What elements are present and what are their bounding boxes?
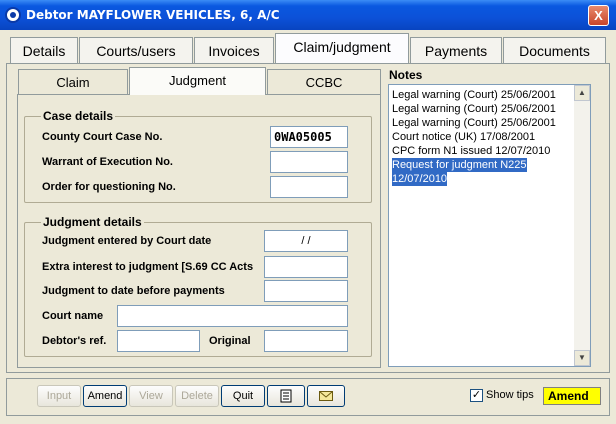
scroll-up-icon[interactable]: ▲ [574, 85, 590, 101]
tab-details[interactable]: Details [10, 37, 78, 63]
mode-indicator: Amend [543, 387, 601, 405]
email-button[interactable] [307, 385, 345, 407]
tab-courts-users[interactable]: Courts/users [79, 37, 193, 63]
note-line: Legal warning (Court) 25/06/2001 [392, 117, 556, 129]
amend-button[interactable]: Amend [83, 385, 127, 407]
document-button[interactable] [267, 385, 305, 407]
judgment-entered-date-field[interactable]: / / [264, 230, 348, 252]
warrant-field[interactable] [270, 151, 348, 173]
court-name-label: Court name [42, 310, 104, 322]
county-court-case-field[interactable]: 0WA05005 [270, 126, 348, 148]
judgment-entered-date-label: Judgment entered by Court date [42, 235, 212, 247]
original-field[interactable] [264, 330, 348, 352]
tab-payments[interactable]: Payments [410, 37, 502, 63]
warrant-label: Warrant of Execution No. [42, 156, 173, 168]
judgment-details-legend: Judgment details [41, 215, 144, 229]
debtors-ref-field[interactable] [117, 330, 200, 352]
notes-list: Legal warning (Court) 25/06/2001 Legal w… [392, 88, 572, 186]
show-tips-label: Show tips [486, 389, 534, 401]
subtab-ccbc[interactable]: CCBC [267, 69, 381, 95]
tab-claim-judgment[interactable]: Claim/judgment [275, 33, 409, 63]
original-label: Original [209, 335, 251, 347]
scroll-down-icon[interactable]: ▼ [574, 350, 590, 366]
notes-textarea[interactable]: Legal warning (Court) 25/06/2001 Legal w… [388, 84, 591, 367]
note-line-selected: 12/07/2010 [392, 172, 448, 186]
close-button[interactable]: X [588, 5, 609, 26]
judgment-to-date-field[interactable] [264, 280, 348, 302]
subtab-claim[interactable]: Claim [18, 69, 128, 95]
order-label: Order for questioning No. [42, 181, 176, 193]
view-button[interactable]: View [129, 385, 173, 407]
court-name-field[interactable] [117, 305, 348, 327]
delete-button[interactable]: Delete [175, 385, 219, 407]
app-icon [5, 7, 21, 23]
window-title: Debtor MAYFLOWER VEHICLES, 6, A/C [26, 8, 280, 22]
title-bar: Debtor MAYFLOWER VEHICLES, 6, A/C X [0, 0, 616, 30]
note-line: Court notice (UK) 17/08/2001 [392, 131, 536, 143]
input-button[interactable]: Input [37, 385, 81, 407]
county-court-case-label: County Court Case No. [42, 131, 163, 143]
notes-label: Notes [389, 68, 423, 82]
show-tips-checkbox[interactable]: ✓ [470, 389, 483, 402]
order-field[interactable] [270, 176, 348, 198]
note-line-selected: Request for judgment N225 [392, 158, 527, 172]
subtab-judgment[interactable]: Judgment [129, 67, 266, 95]
note-line: Legal warning (Court) 25/06/2001 [392, 103, 556, 115]
case-details-legend: Case details [41, 109, 116, 123]
debtors-ref-label: Debtor's ref. [42, 335, 107, 347]
tab-invoices[interactable]: Invoices [194, 37, 274, 63]
quit-button[interactable]: Quit [221, 385, 265, 407]
note-line: Legal warning (Court) 25/06/2001 [392, 89, 556, 101]
envelope-icon [319, 391, 333, 401]
document-icon [280, 389, 292, 403]
note-line: CPC form N1 issued 12/07/2010 [392, 145, 551, 157]
tab-documents[interactable]: Documents [503, 37, 606, 63]
extra-interest-label: Extra interest to judgment [S.69 CC Acts [42, 261, 254, 273]
judgment-to-date-label: Judgment to date before payments [42, 285, 225, 297]
extra-interest-field[interactable] [264, 256, 348, 278]
notes-scrollbar[interactable]: ▲ ▼ [574, 85, 590, 366]
